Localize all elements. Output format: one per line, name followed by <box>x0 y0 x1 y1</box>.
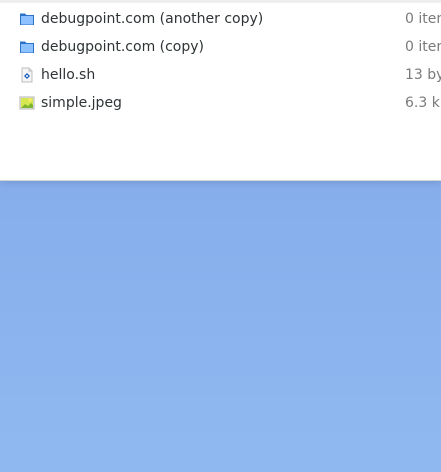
file-size: 0 item <box>405 39 441 55</box>
folder-icon <box>19 11 35 27</box>
file-list-top-edge <box>0 0 441 3</box>
file-row-hello-sh[interactable]: hello.sh 13 by <box>0 61 441 89</box>
file-row-debugpoint-another-copy[interactable]: debugpoint.com (another copy) 0 item <box>0 5 441 33</box>
file-name: simple.jpeg <box>41 95 122 111</box>
file-name: debugpoint.com (copy) <box>41 39 205 55</box>
file-size: 13 by <box>405 67 441 83</box>
file-size: 0 item <box>405 11 441 27</box>
image-file-icon <box>19 95 35 111</box>
desktop-background <box>0 181 441 472</box>
folder-icon <box>19 39 35 55</box>
file-name: hello.sh <box>41 67 96 83</box>
shell-script-icon <box>19 67 35 83</box>
file-row-debugpoint-copy[interactable]: debugpoint.com (copy) 0 item <box>0 33 441 61</box>
file-row-simple-jpeg[interactable]: simple.jpeg 6.3 kE <box>0 89 441 117</box>
file-name: debugpoint.com (another copy) <box>41 11 264 27</box>
file-list-pane: debugpoint.com (another copy) 0 item deb… <box>0 0 441 181</box>
file-size: 6.3 kE <box>405 95 441 111</box>
